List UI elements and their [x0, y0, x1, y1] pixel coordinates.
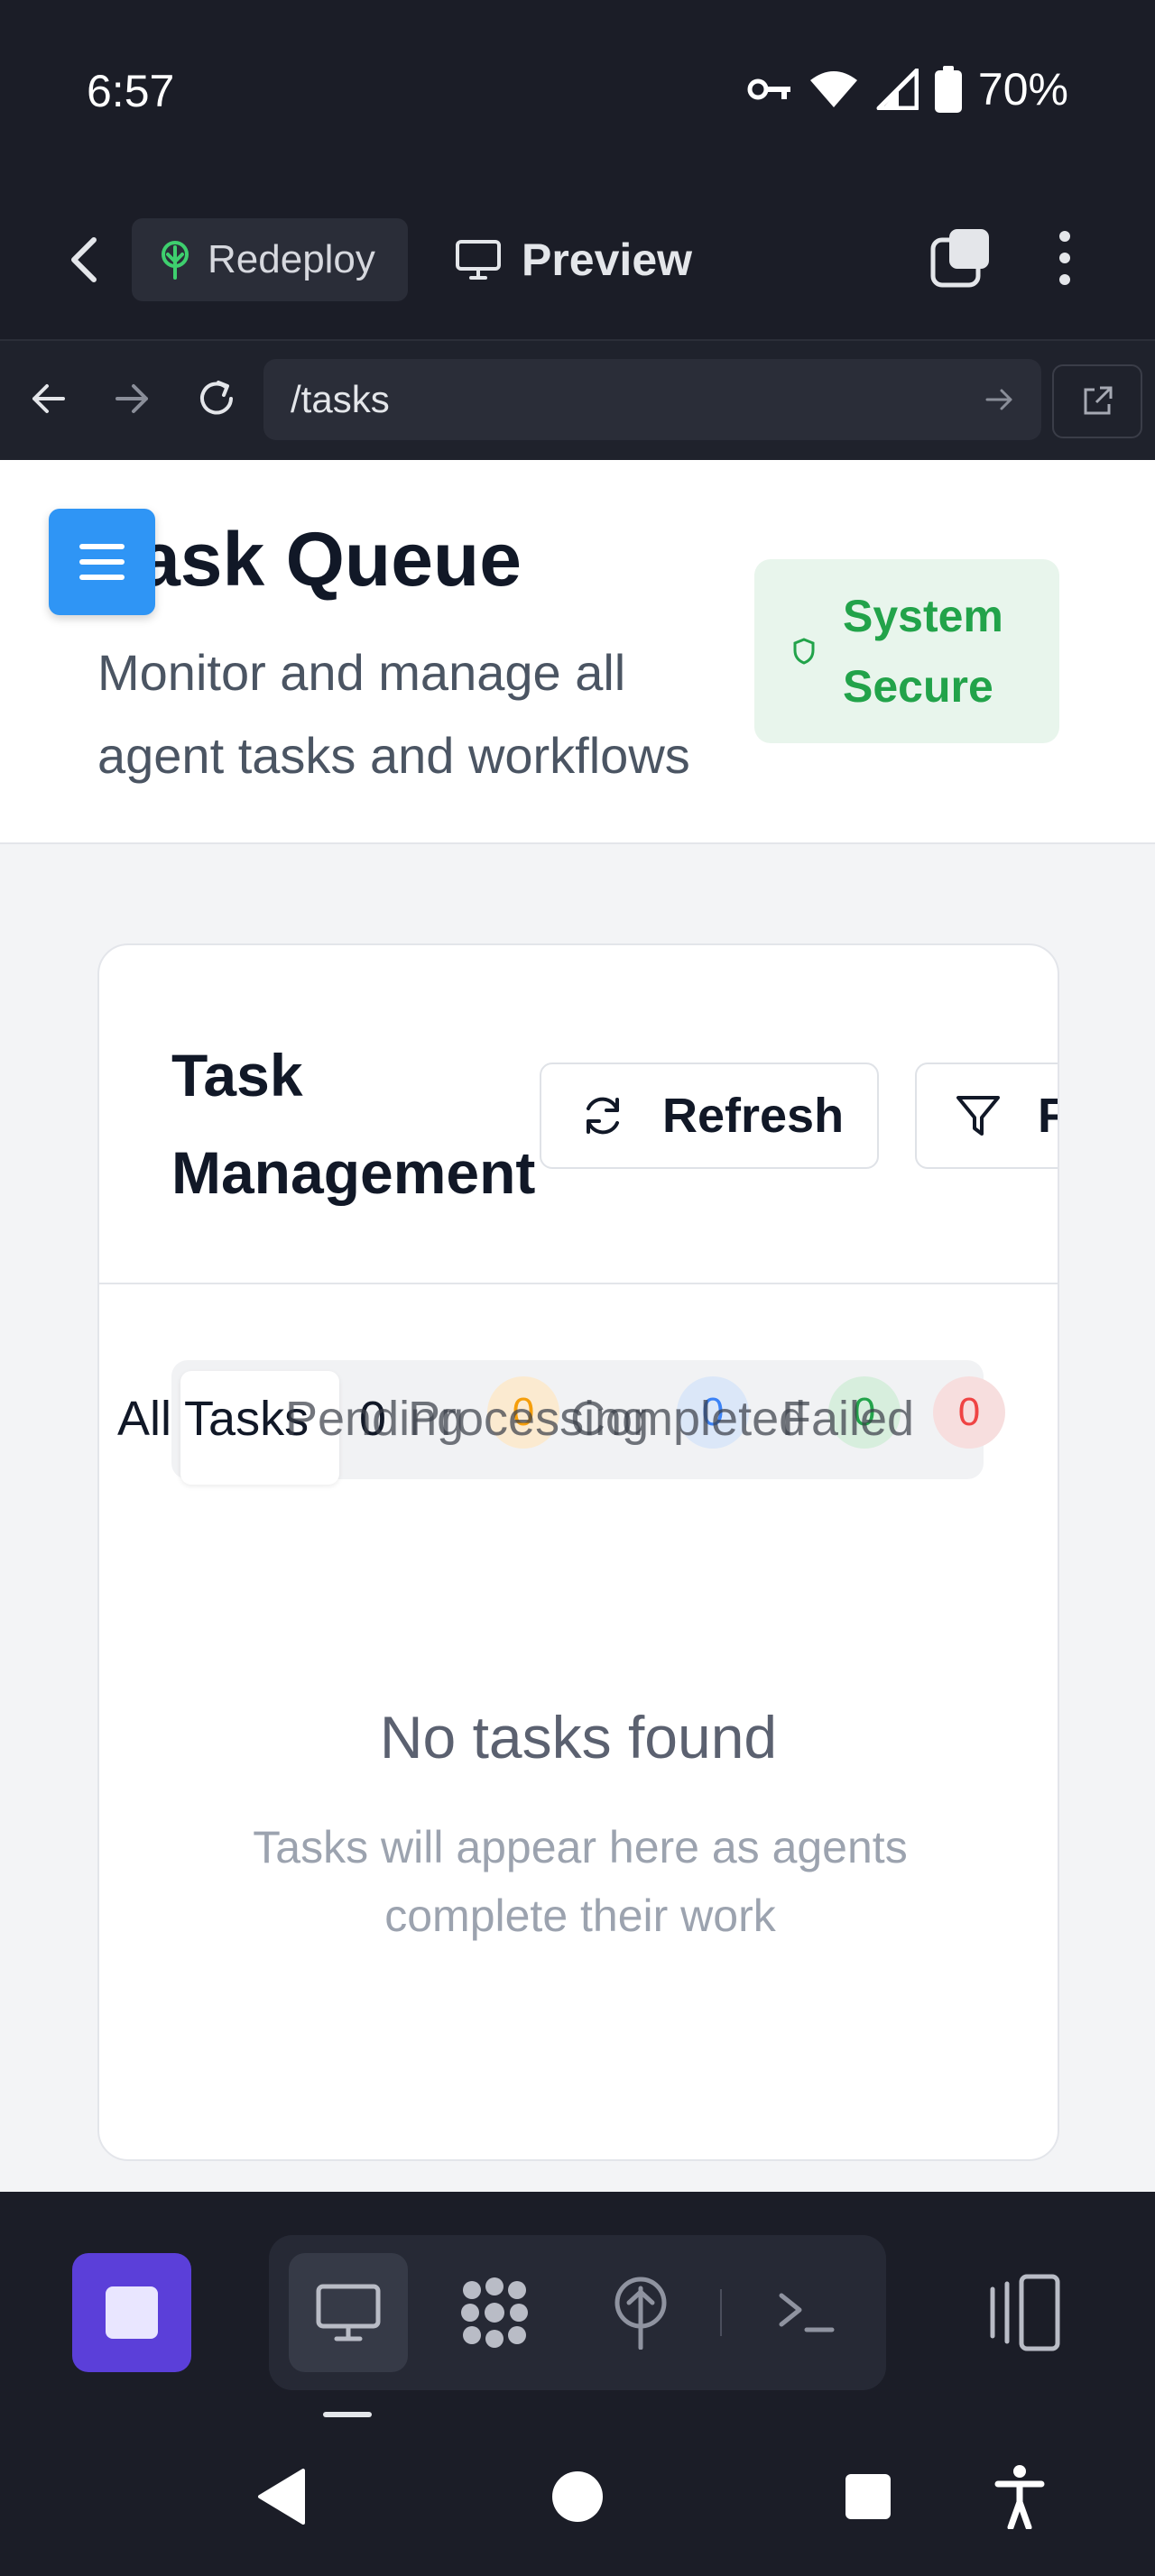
- tabs-switcher-icon[interactable]: [929, 227, 991, 289]
- terminal-icon: [779, 2293, 835, 2332]
- empty-state-title: No tasks found: [379, 1704, 778, 1771]
- security-status-badge: System Secure: [754, 559, 1059, 743]
- tree-deploy-icon: [162, 241, 189, 280]
- failed-count-badge: 0: [933, 1376, 1005, 1449]
- refresh-label: Refresh: [662, 1089, 845, 1143]
- system-home-button[interactable]: [541, 2461, 614, 2533]
- deploy-view-button[interactable]: [581, 2253, 700, 2372]
- nav-forward-icon[interactable]: [106, 373, 157, 424]
- go-arrow-icon[interactable]: [984, 384, 1014, 415]
- security-status-label: System Secure: [843, 591, 1003, 712]
- battery-icon: [934, 66, 962, 113]
- preview-button[interactable]: Preview: [455, 218, 692, 301]
- desktop-view-button[interactable]: [289, 2253, 408, 2372]
- signal-icon: [876, 69, 919, 110]
- circle-home-icon: [552, 2471, 603, 2522]
- back-icon[interactable]: [63, 235, 106, 285]
- status-bar: 6:57 70%: [0, 0, 1155, 180]
- square-recents-icon: [845, 2474, 891, 2519]
- menu-icon-line: [79, 559, 125, 565]
- tool-dock: [0, 2192, 1155, 2428]
- url-input[interactable]: /tasks: [263, 359, 1041, 440]
- vpn-key-icon: [747, 78, 790, 100]
- preview-label: Preview: [522, 235, 693, 285]
- filter-icon: [956, 1096, 1000, 1136]
- accessibility-icon: [994, 2465, 1045, 2529]
- refresh-button[interactable]: Refresh: [540, 1063, 879, 1169]
- dock-separator: [720, 2289, 722, 2336]
- accessibility-button[interactable]: [984, 2461, 1056, 2533]
- tab-all-tasks[interactable]: All Tasks: [117, 1391, 309, 1447]
- open-external-button[interactable]: [1052, 364, 1142, 438]
- page-title: Task Queue: [97, 517, 522, 602]
- agents-view-button[interactable]: [435, 2253, 554, 2372]
- redeploy-button[interactable]: Redeploy: [132, 218, 408, 301]
- task-management-card: Task Management Refresh Filter All Tasks…: [97, 943, 1059, 2161]
- web-content: Task Queue Monitor and manage all agent …: [0, 460, 1155, 2192]
- deploy-tree-icon: [614, 2277, 667, 2350]
- nav-back-icon[interactable]: [23, 373, 74, 424]
- shield-icon: [793, 638, 815, 665]
- external-link-icon: [1084, 386, 1113, 415]
- battery-percent: 70%: [977, 64, 1068, 115]
- app-toolbar: Redeploy Preview: [0, 180, 1155, 339]
- stop-icon: [106, 2286, 158, 2339]
- more-options-icon[interactable]: [1047, 227, 1083, 289]
- system-recents-button[interactable]: [832, 2461, 904, 2533]
- tab-completed[interactable]: Completed: [570, 1391, 806, 1447]
- url-text: /tasks: [291, 378, 390, 420]
- filter-button[interactable]: Filter: [915, 1063, 1058, 1169]
- reload-icon[interactable]: [191, 373, 242, 424]
- card-header: Task Management Refresh Filter: [99, 945, 1058, 1284]
- status-time: 6:57: [87, 66, 175, 116]
- hamburger-menu-button[interactable]: [49, 509, 155, 615]
- menu-icon-line: [79, 575, 125, 580]
- system-nav-bar: [0, 2428, 1155, 2576]
- monitor-icon: [456, 240, 501, 280]
- page-subtitle: Monitor and manage all agent tasks and w…: [97, 644, 690, 784]
- view-switcher: [269, 2235, 886, 2390]
- triangle-back-icon: [258, 2469, 305, 2525]
- wifi-icon: [809, 71, 857, 107]
- url-bar: /tasks: [0, 339, 1155, 460]
- system-back-button[interactable]: [245, 2461, 318, 2533]
- tab-failed[interactable]: Failed: [781, 1391, 914, 1447]
- terminal-view-button[interactable]: [747, 2253, 866, 2372]
- menu-icon-line: [79, 544, 125, 549]
- stop-button[interactable]: [72, 2253, 191, 2372]
- active-view-indicator: [323, 2412, 372, 2417]
- nodes-icon: [461, 2277, 528, 2348]
- side-panel-icon[interactable]: [984, 2268, 1065, 2358]
- empty-state-text: Tasks will appear here as agents complet…: [253, 1822, 908, 1941]
- redeploy-label: Redeploy: [208, 237, 375, 281]
- filter-label: Filter: [1038, 1088, 1058, 1144]
- status-icons: 70%: [747, 63, 1068, 115]
- refresh-icon: [587, 1097, 619, 1135]
- card-title: Task Management: [171, 1042, 536, 1206]
- monitor-icon: [316, 2284, 381, 2341]
- page-header: Task Queue Monitor and manage all agent …: [0, 460, 1155, 844]
